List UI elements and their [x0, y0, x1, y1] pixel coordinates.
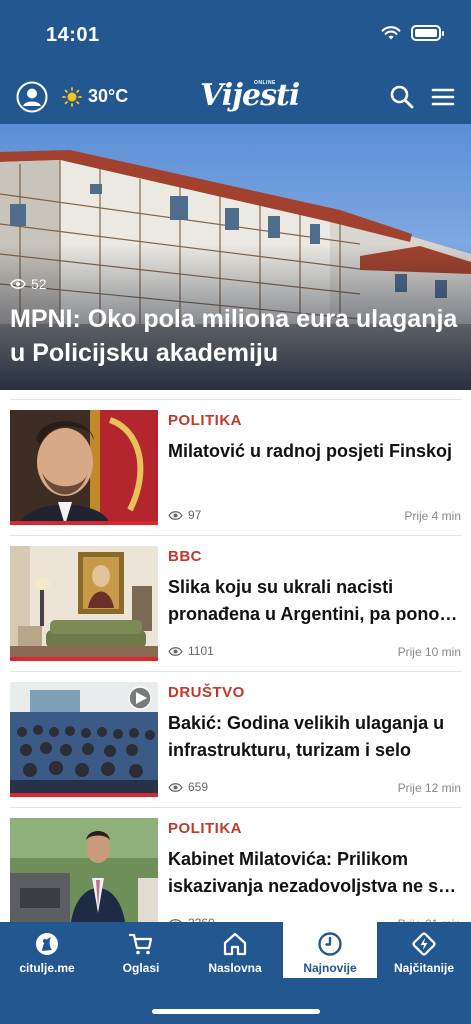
status-time: 14:01 — [46, 24, 100, 46]
tab-label: Najčitanije — [393, 961, 455, 975]
logo-online-label: ONLINE — [254, 80, 276, 86]
home-icon — [223, 932, 247, 956]
article-views-value: 659 — [188, 780, 209, 794]
article-category[interactable]: BBC — [168, 548, 202, 565]
article-category[interactable]: POLITIKA — [168, 820, 242, 837]
article-item[interactable]: BBC Slika koju su ukrali nacisti pronađe… — [10, 546, 461, 672]
article-view-count: 659 — [168, 780, 208, 794]
profile-icon[interactable] — [16, 81, 48, 113]
tab-label: Naslovna — [208, 961, 262, 975]
divider — [10, 535, 461, 536]
tab-label: citulje.me — [19, 961, 75, 975]
article-view-count: 97 — [168, 508, 201, 522]
top-bar: 14:01 30°C Vijesti ONLINE — [0, 0, 471, 124]
article-item[interactable]: DRUŠTVO Bakić: Godina velikih ulaganja u… — [10, 682, 461, 808]
article-thumbnail — [10, 818, 158, 933]
eye-icon — [10, 279, 26, 289]
article-views-value: 97 — [188, 508, 202, 522]
status-icons — [381, 25, 444, 41]
weather-temperature: 30°C — [88, 86, 129, 106]
wifi-icon — [381, 26, 401, 40]
article-time: Prije 4 min — [404, 509, 461, 523]
article-item[interactable]: POLITIKA Milatović u radnoj posjeti Fins… — [10, 410, 461, 536]
hero-article[interactable]: 52 MPNI: Oko pola miliona eura ulaganja … — [0, 124, 471, 390]
bolt-icon — [412, 932, 436, 956]
article-title[interactable]: Kabinet Milatovića: Prilikom iskazivanja… — [168, 846, 461, 900]
tab-oglasi[interactable]: Oglasi — [94, 922, 188, 978]
tab-najnovije[interactable]: Najnovije — [283, 922, 377, 978]
app-header: 30°C Vijesti ONLINE — [0, 78, 471, 118]
article-view-count: 1101 — [168, 644, 214, 658]
tab-label: Oglasi — [122, 961, 160, 975]
home-indicator — [152, 1009, 320, 1014]
article-category[interactable]: POLITIKA — [168, 412, 242, 429]
article-title[interactable]: Milatović u radnoj posjeti Finskoj — [168, 438, 461, 465]
hero-views-value: 52 — [31, 276, 47, 292]
article-category[interactable]: DRUŠTVO — [168, 684, 245, 701]
eye-icon — [168, 646, 183, 656]
thumbnail-accent-bar — [10, 793, 158, 797]
thumbnail-accent-bar — [10, 521, 158, 525]
vijesti-logo[interactable]: Vijesti — [200, 78, 300, 113]
tab-najcitanije[interactable]: Najčitanije — [377, 922, 471, 978]
hero-title[interactable]: MPNI: Oko pola miliona eura ulaganja u P… — [10, 302, 460, 370]
article-thumbnail — [10, 546, 158, 661]
article-title[interactable]: Slika koju su ukrali nacisti pronađena u… — [168, 574, 461, 628]
battery-icon — [411, 25, 444, 41]
article-views-value: 1101 — [188, 644, 214, 658]
tab-naslovna[interactable]: Naslovna — [188, 922, 282, 978]
search-icon[interactable] — [389, 84, 415, 110]
cart-icon — [128, 933, 153, 955]
citulje-icon — [36, 933, 58, 955]
tab-label: Najnovije — [303, 961, 357, 975]
eye-icon — [168, 782, 183, 792]
clock-icon — [318, 932, 342, 956]
divider — [10, 671, 461, 672]
weather-widget[interactable]: 30°C — [62, 86, 128, 107]
divider — [10, 807, 461, 808]
sun-icon — [62, 86, 82, 107]
article-time: Prije 12 min — [397, 781, 461, 795]
article-time: Prije 10 min — [397, 645, 461, 659]
hamburger-menu-icon[interactable] — [431, 86, 455, 108]
thumbnail-accent-bar — [10, 657, 158, 661]
hero-view-count: 52 — [10, 276, 47, 292]
eye-icon — [168, 510, 183, 520]
article-thumbnail — [10, 410, 158, 525]
article-title[interactable]: Bakić: Godina velikih ulaganja u infrast… — [168, 710, 461, 764]
article-thumbnail — [10, 682, 158, 797]
tab-citulje[interactable]: citulje.me — [0, 922, 94, 978]
divider — [10, 399, 461, 400]
